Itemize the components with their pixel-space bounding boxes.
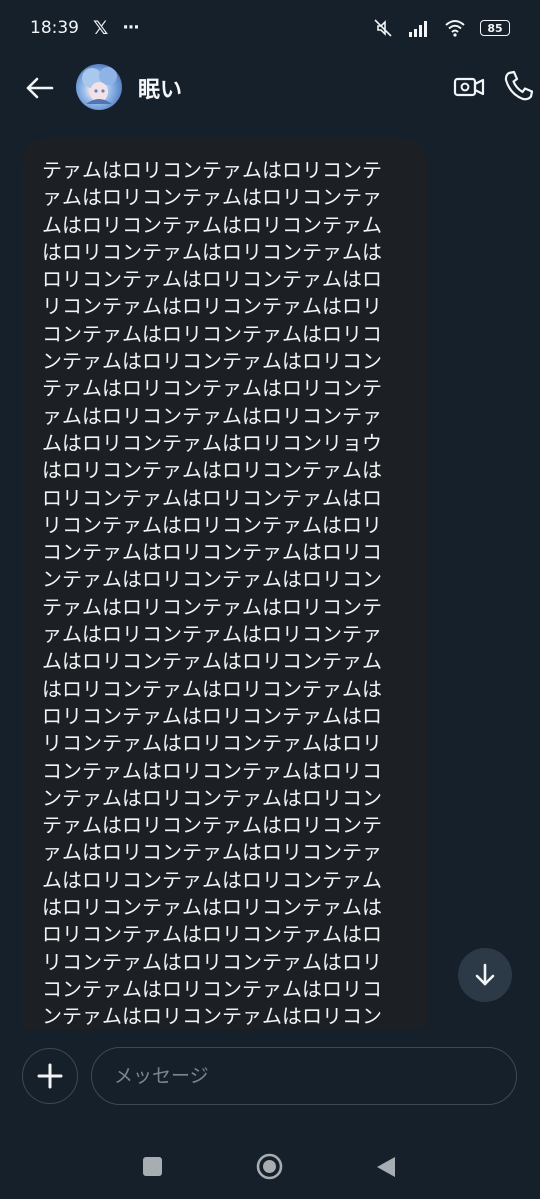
message-line: ムはロリコンテァムはロリコンテァム xyxy=(42,649,382,674)
message-line: コンテァムはロリコンテァムはロリコ xyxy=(42,976,382,1001)
status-left: 18:39 𝕏 ··· xyxy=(30,17,140,39)
message-line: ンテァムはロリコンテァムはロリコン xyxy=(42,567,382,592)
status-right: 85 xyxy=(372,18,510,38)
recents-button[interactable] xyxy=(143,1157,162,1176)
add-attachment-button[interactable] xyxy=(22,1048,78,1104)
message-line: コンテァムはロリコンテァムはロリコ xyxy=(42,758,382,783)
message-line: はロリコンテァムはロリコンテァムは xyxy=(42,676,382,701)
message-line: リコンテァムはロリコンテァムはロリ xyxy=(42,731,382,756)
voice-call-button[interactable] xyxy=(502,68,536,104)
mute-icon xyxy=(374,19,392,37)
avatar-image xyxy=(82,67,117,104)
scroll-to-bottom-button[interactable] xyxy=(458,948,512,1002)
back-button[interactable] xyxy=(22,70,58,106)
triangle-back-icon xyxy=(377,1157,395,1177)
message-bubble[interactable]: テァムはロリコンテァムはロリコンテ ァムはロリコンテァムはロリコンテァ ムはロリコン… xyxy=(22,138,427,1029)
circle-icon xyxy=(256,1153,283,1180)
message-line: テァムはロリコンテァムはロリコンテ xyxy=(42,158,382,182)
message-line: ムはロリコンテァムはロリコンテァム xyxy=(42,212,382,237)
more-notifications-icon: ··· xyxy=(122,18,139,38)
signal-icon xyxy=(409,21,427,37)
chat-header: 眠い xyxy=(0,56,540,120)
message-line: リコンテァムはロリコンテァムはロリ xyxy=(42,512,382,537)
video-call-button[interactable] xyxy=(452,70,486,104)
message-line: テァムはロリコンテァムはロリコンテ xyxy=(42,594,382,619)
wifi-icon xyxy=(445,20,465,37)
x-logo-icon: 𝕏 xyxy=(93,17,109,39)
phone-icon xyxy=(504,70,534,101)
message-line: はロリコンテァムはロリコンテァムは xyxy=(42,895,382,920)
system-back-button[interactable] xyxy=(375,1155,397,1179)
message-line: ァムはロリコンテァムはロリコンテァ xyxy=(42,622,382,647)
message-line: はロリコンテァムはロリコンテァムは xyxy=(42,239,382,264)
message-line: ロリコンテァムはロリコンテァムはロ xyxy=(42,485,382,510)
chat-title[interactable]: 眠い xyxy=(138,72,182,104)
avatar[interactable] xyxy=(76,64,122,110)
message-line: テァムはロリコンテァムはロリコンテ xyxy=(42,376,382,401)
message-line: テァムはロリコンテァムはロリコンテ xyxy=(42,813,382,838)
status-bar: 18:39 𝕏 ··· 85 xyxy=(0,0,540,56)
system-nav-bar xyxy=(0,1130,540,1199)
status-time: 18:39 xyxy=(30,18,79,38)
message-line: はロリコンテァムはロリコンテァムは xyxy=(42,458,382,483)
arrow-down-icon xyxy=(475,963,495,986)
message-line: ァムはロリコンテァムはロリコンテァ xyxy=(42,840,382,865)
message-line: ァムはロリコンテァムはロリコンテァ xyxy=(42,185,382,210)
plus-icon xyxy=(37,1063,63,1089)
message-line: コンテァムはロリコンテァムはロリコ xyxy=(42,321,382,346)
message-line: ンテァムはロリコンテァムはロリコン xyxy=(42,785,382,810)
message-line: ロリコンテァムはロリコンテァムはロ xyxy=(42,703,382,728)
battery-icon: 85 xyxy=(480,20,510,36)
composer xyxy=(0,1030,540,1130)
message-line: ロリコンテァムはロリコンテァムはロ xyxy=(42,922,382,947)
message-line: リコンテァムはロリコンテァムはロリ xyxy=(42,949,382,974)
message-line: ロリコンテァムはロリコンテァムはロ xyxy=(42,267,382,292)
message-input[interactable] xyxy=(91,1047,517,1105)
message-text: テァムはロリコンテァムはロリコンテ ァムはロリコンテァムはロリコンテァ ムはロリコン… xyxy=(42,157,392,1029)
video-camera-icon xyxy=(453,77,485,97)
message-line: ァムはロリコンテァムはロリコンテァ xyxy=(42,403,382,428)
home-button[interactable] xyxy=(256,1153,283,1180)
message-line: ンテァムはロリコンテァムはロリコン xyxy=(42,1004,382,1029)
arrow-left-icon xyxy=(26,77,54,99)
message-line: ムはロリコンテァムはロリコンリョウ xyxy=(42,430,382,455)
message-line: ンテァムはロリコンテァムはロリコン xyxy=(42,349,382,374)
message-line: リコンテァムはロリコンテァムはロリ xyxy=(42,294,382,319)
message-line: コンテァムはロリコンテァムはロリコ xyxy=(42,540,382,565)
message-line: ムはロリコンテァムはロリコンテァム xyxy=(42,867,382,892)
